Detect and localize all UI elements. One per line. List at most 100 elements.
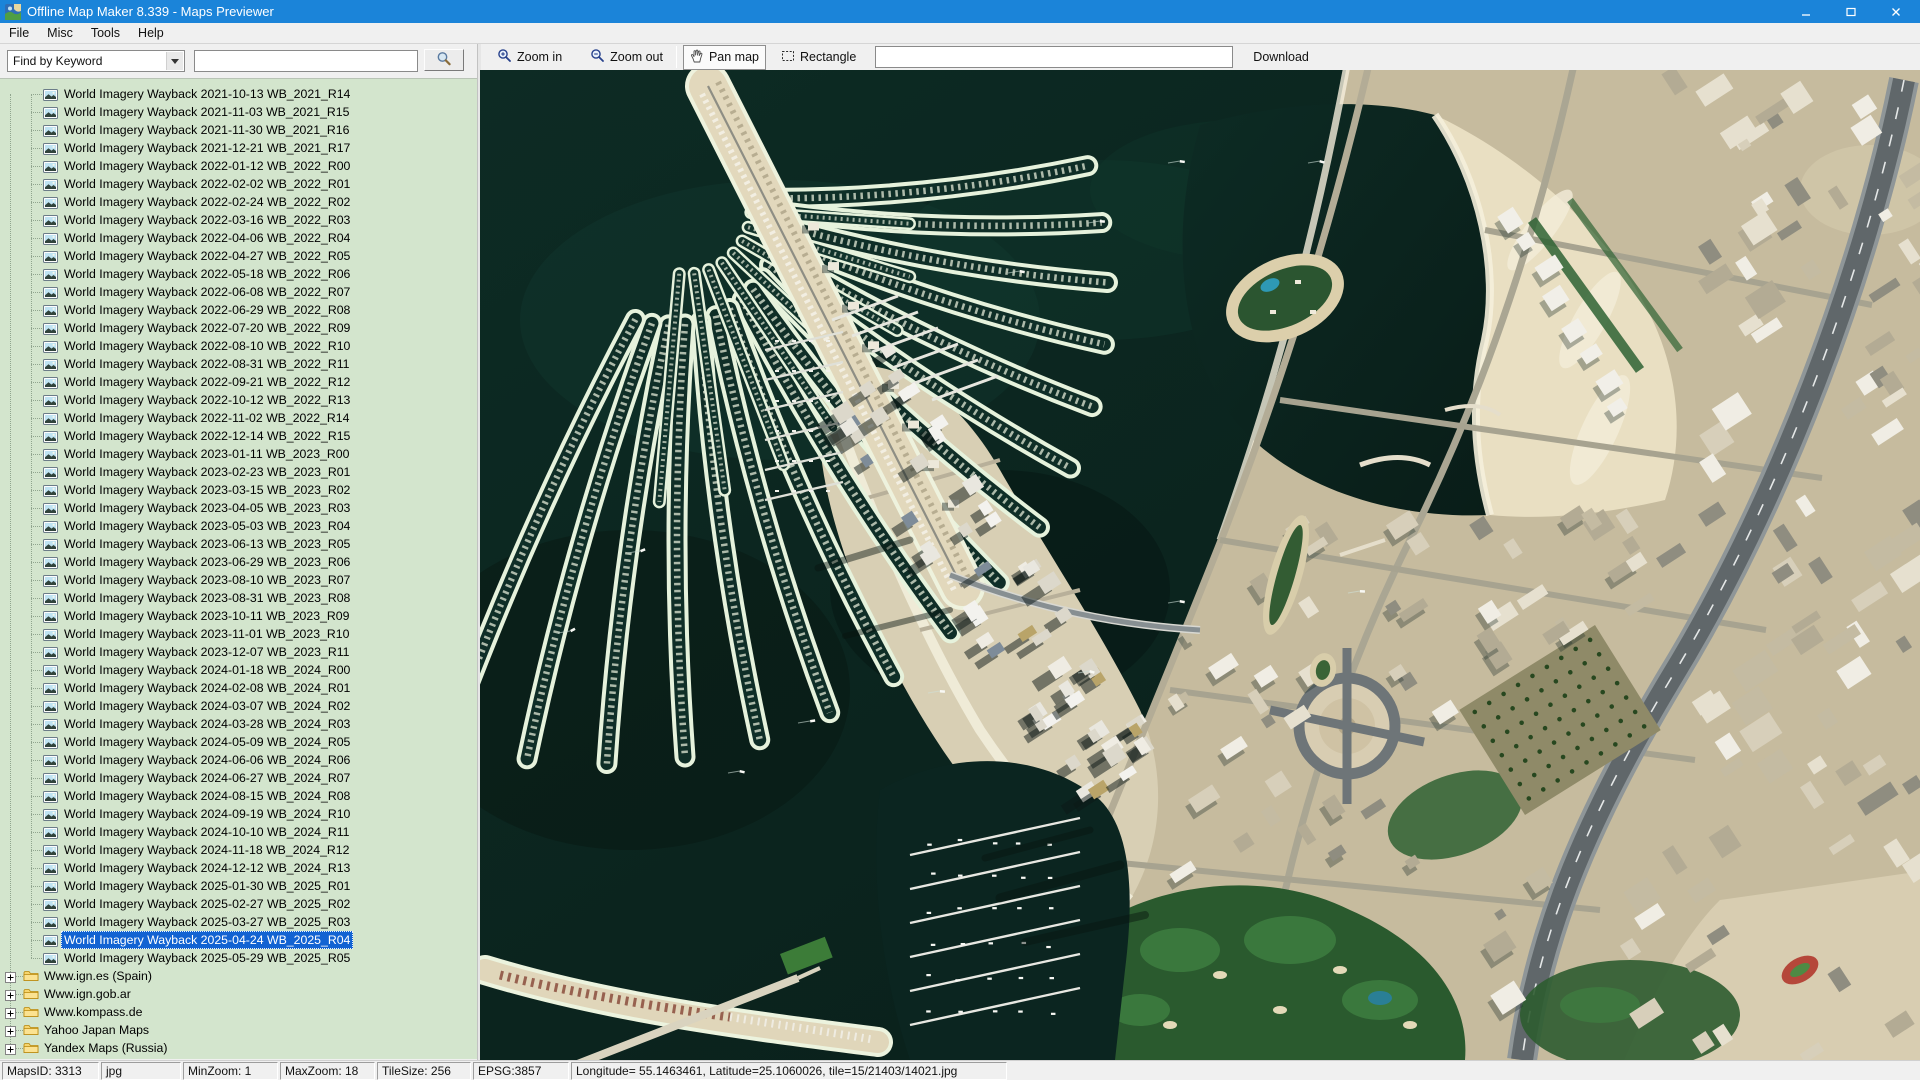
folder-icon (23, 1041, 39, 1059)
tree-connector (31, 256, 42, 257)
tree-item-label: World Imagery Wayback 2023-04-05 WB_2023… (61, 499, 353, 517)
tree-item-label: World Imagery Wayback 2024-02-08 WB_2024… (61, 679, 353, 697)
tree-item-folder[interactable]: Yahoo Japan Maps (0, 1021, 477, 1039)
tree-item-layer[interactable]: World Imagery Wayback 2024-08-15 WB_2024… (0, 787, 477, 805)
tree-item-folder[interactable]: Yandex Maps (Russia) (0, 1039, 477, 1057)
tree-item-layer[interactable]: World Imagery Wayback 2024-11-18 WB_2024… (0, 841, 477, 859)
tree-item-layer[interactable]: World Imagery Wayback 2022-11-02 WB_2022… (0, 409, 477, 427)
tree-item-layer[interactable]: World Imagery Wayback 2021-10-13 WB_2021… (0, 85, 477, 103)
tree-connector (31, 400, 42, 401)
tree-item-layer[interactable]: World Imagery Wayback 2025-05-29 WB_2025… (0, 949, 477, 967)
tree-item-layer[interactable]: World Imagery Wayback 2023-11-01 WB_2023… (0, 625, 477, 643)
tree-item-layer[interactable]: World Imagery Wayback 2025-04-24 WB_2025… (0, 931, 477, 949)
tree-item-layer[interactable]: World Imagery Wayback 2024-12-12 WB_2024… (0, 859, 477, 877)
toolbar-text-field[interactable] (875, 46, 1233, 68)
tree-item-layer[interactable]: World Imagery Wayback 2024-10-10 WB_2024… (0, 823, 477, 841)
rectangle-label: Rectangle (800, 50, 856, 64)
tree-connector (31, 382, 42, 383)
menu-item-file[interactable]: File (0, 24, 38, 42)
tree-item-layer[interactable]: World Imagery Wayback 2024-05-09 WB_2024… (0, 733, 477, 751)
tree-item-layer[interactable]: World Imagery Wayback 2022-07-20 WB_2022… (0, 319, 477, 337)
tree-item-label: World Imagery Wayback 2023-03-15 WB_2023… (61, 481, 353, 499)
tree-item-label: World Imagery Wayback 2023-11-01 WB_2023… (61, 625, 352, 643)
tree-item-layer[interactable]: World Imagery Wayback 2022-05-18 WB_2022… (0, 265, 477, 283)
menu-item-tools[interactable]: Tools (82, 24, 129, 42)
tree-connector (31, 904, 42, 905)
toolbar-separator (676, 46, 677, 68)
rectangle-button[interactable]: Rectangle (774, 45, 863, 70)
tree-item-layer[interactable]: World Imagery Wayback 2025-01-30 WB_2025… (0, 877, 477, 895)
tree-item-layer[interactable]: World Imagery Wayback 2022-12-14 WB_2022… (0, 427, 477, 445)
tree-item-layer[interactable]: World Imagery Wayback 2023-05-03 WB_2023… (0, 517, 477, 535)
tree-item-layer[interactable]: World Imagery Wayback 2021-11-30 WB_2021… (0, 121, 477, 139)
tree-item-folder[interactable]: Www.ign.es (Spain) (0, 967, 477, 985)
tree-item-layer[interactable]: World Imagery Wayback 2023-04-05 WB_2023… (0, 499, 477, 517)
tree-item-layer[interactable]: World Imagery Wayback 2024-06-06 WB_2024… (0, 751, 477, 769)
tree-item-layer[interactable]: World Imagery Wayback 2022-02-02 WB_2022… (0, 175, 477, 193)
tree-item-layer[interactable]: World Imagery Wayback 2023-08-31 WB_2023… (0, 589, 477, 607)
tree-connector (31, 796, 42, 797)
minimize-button[interactable] (1783, 0, 1828, 23)
tree-connector (31, 886, 42, 887)
tree-item-layer[interactable]: World Imagery Wayback 2021-12-21 WB_2021… (0, 139, 477, 157)
tree-item-layer[interactable]: World Imagery Wayback 2024-06-27 WB_2024… (0, 769, 477, 787)
tree-item-layer[interactable]: World Imagery Wayback 2023-02-23 WB_2023… (0, 463, 477, 481)
tree-item-layer[interactable]: World Imagery Wayback 2022-06-29 WB_2022… (0, 301, 477, 319)
tree-item-layer[interactable]: World Imagery Wayback 2024-03-07 WB_2024… (0, 697, 477, 715)
tree-item-label: World Imagery Wayback 2024-03-07 WB_2024… (61, 697, 353, 715)
tree-item-layer[interactable]: World Imagery Wayback 2022-02-24 WB_2022… (0, 193, 477, 211)
tree-item-layer[interactable]: World Imagery Wayback 2023-08-10 WB_2023… (0, 571, 477, 589)
tree-item-layer[interactable]: World Imagery Wayback 2022-03-16 WB_2022… (0, 211, 477, 229)
tree-item-layer[interactable]: World Imagery Wayback 2023-12-07 WB_2023… (0, 643, 477, 661)
tree-item-layer[interactable]: World Imagery Wayback 2022-09-21 WB_2022… (0, 373, 477, 391)
close-button[interactable] (1873, 0, 1918, 23)
pan-map-button[interactable]: Pan map (683, 45, 766, 70)
menu-item-help[interactable]: Help (129, 24, 173, 42)
layers-panel: Find by Keyword World Imagery Wayback 20… (0, 44, 477, 1060)
zoom-in-button[interactable]: Zoom in (490, 44, 569, 70)
tree-item-layer[interactable]: World Imagery Wayback 2022-01-12 WB_2022… (0, 157, 477, 175)
tree-item-layer[interactable]: World Imagery Wayback 2024-02-08 WB_2024… (0, 679, 477, 697)
status-panel: TileSize: 256 (377, 1062, 471, 1080)
search-button[interactable] (424, 49, 464, 71)
tree-item-layer[interactable]: World Imagery Wayback 2023-01-11 WB_2023… (0, 445, 477, 463)
chevron-down-icon[interactable] (166, 52, 183, 70)
maximize-button[interactable] (1828, 0, 1873, 23)
tree-item-layer[interactable]: World Imagery Wayback 2025-03-27 WB_2025… (0, 913, 477, 931)
tree-item-layer[interactable]: World Imagery Wayback 2022-04-27 WB_2022… (0, 247, 477, 265)
tree-item-folder[interactable]: Www.kompass.de (0, 1003, 477, 1021)
tree-connector (16, 1012, 23, 1013)
tree-connector (31, 328, 42, 329)
status-panel: Longitude= 55.1463461, Latitude=25.10600… (571, 1062, 1007, 1080)
keyword-search-input[interactable] (194, 50, 418, 72)
tree-item-layer[interactable]: World Imagery Wayback 2021-11-03 WB_2021… (0, 103, 477, 121)
title-bar[interactable]: Offline Map Maker 8.339 - Maps Previewer (0, 0, 1920, 23)
tree-item-label: World Imagery Wayback 2023-08-10 WB_2023… (61, 571, 353, 589)
magnifier-icon (436, 51, 452, 70)
tree-connector (31, 526, 42, 527)
tree-item-folder[interactable]: Www.ign.gob.ar (0, 985, 477, 1003)
tree-item-layer[interactable]: World Imagery Wayback 2022-06-08 WB_2022… (0, 283, 477, 301)
map-sources-tree: World Imagery Wayback 2021-10-13 WB_2021… (0, 78, 477, 1059)
zoom-out-button[interactable]: Zoom out (583, 44, 670, 70)
tree-item-layer[interactable]: World Imagery Wayback 2022-10-12 WB_2022… (0, 391, 477, 409)
tree-item-layer[interactable]: World Imagery Wayback 2023-06-29 WB_2023… (0, 553, 477, 571)
tree-item-layer[interactable]: World Imagery Wayback 2023-10-11 WB_2023… (0, 607, 477, 625)
expand-plus-icon[interactable] (5, 1042, 16, 1059)
tree-item-layer[interactable]: World Imagery Wayback 2022-08-10 WB_2022… (0, 337, 477, 355)
tree-item-layer[interactable]: World Imagery Wayback 2024-03-28 WB_2024… (0, 715, 477, 733)
tree-item-layer[interactable]: World Imagery Wayback 2024-01-18 WB_2024… (0, 661, 477, 679)
tree-item-layer[interactable]: World Imagery Wayback 2022-04-06 WB_2022… (0, 229, 477, 247)
tree-item-layer[interactable]: World Imagery Wayback 2025-02-27 WB_2025… (0, 895, 477, 913)
tree-item-label: World Imagery Wayback 2024-12-12 WB_2024… (61, 859, 353, 877)
tree-connector (31, 580, 42, 581)
download-button[interactable]: Download (1247, 47, 1315, 67)
map-viewport[interactable] (480, 70, 1920, 1060)
tree-connector (31, 490, 42, 491)
tree-item-layer[interactable]: World Imagery Wayback 2023-06-13 WB_2023… (0, 535, 477, 553)
tree-item-layer[interactable]: World Imagery Wayback 2022-08-31 WB_2022… (0, 355, 477, 373)
tree-item-layer[interactable]: World Imagery Wayback 2024-09-19 WB_2024… (0, 805, 477, 823)
tree-item-layer[interactable]: World Imagery Wayback 2023-03-15 WB_2023… (0, 481, 477, 499)
find-by-keyword-dropdown[interactable]: Find by Keyword (7, 50, 185, 72)
menu-item-misc[interactable]: Misc (38, 24, 82, 42)
